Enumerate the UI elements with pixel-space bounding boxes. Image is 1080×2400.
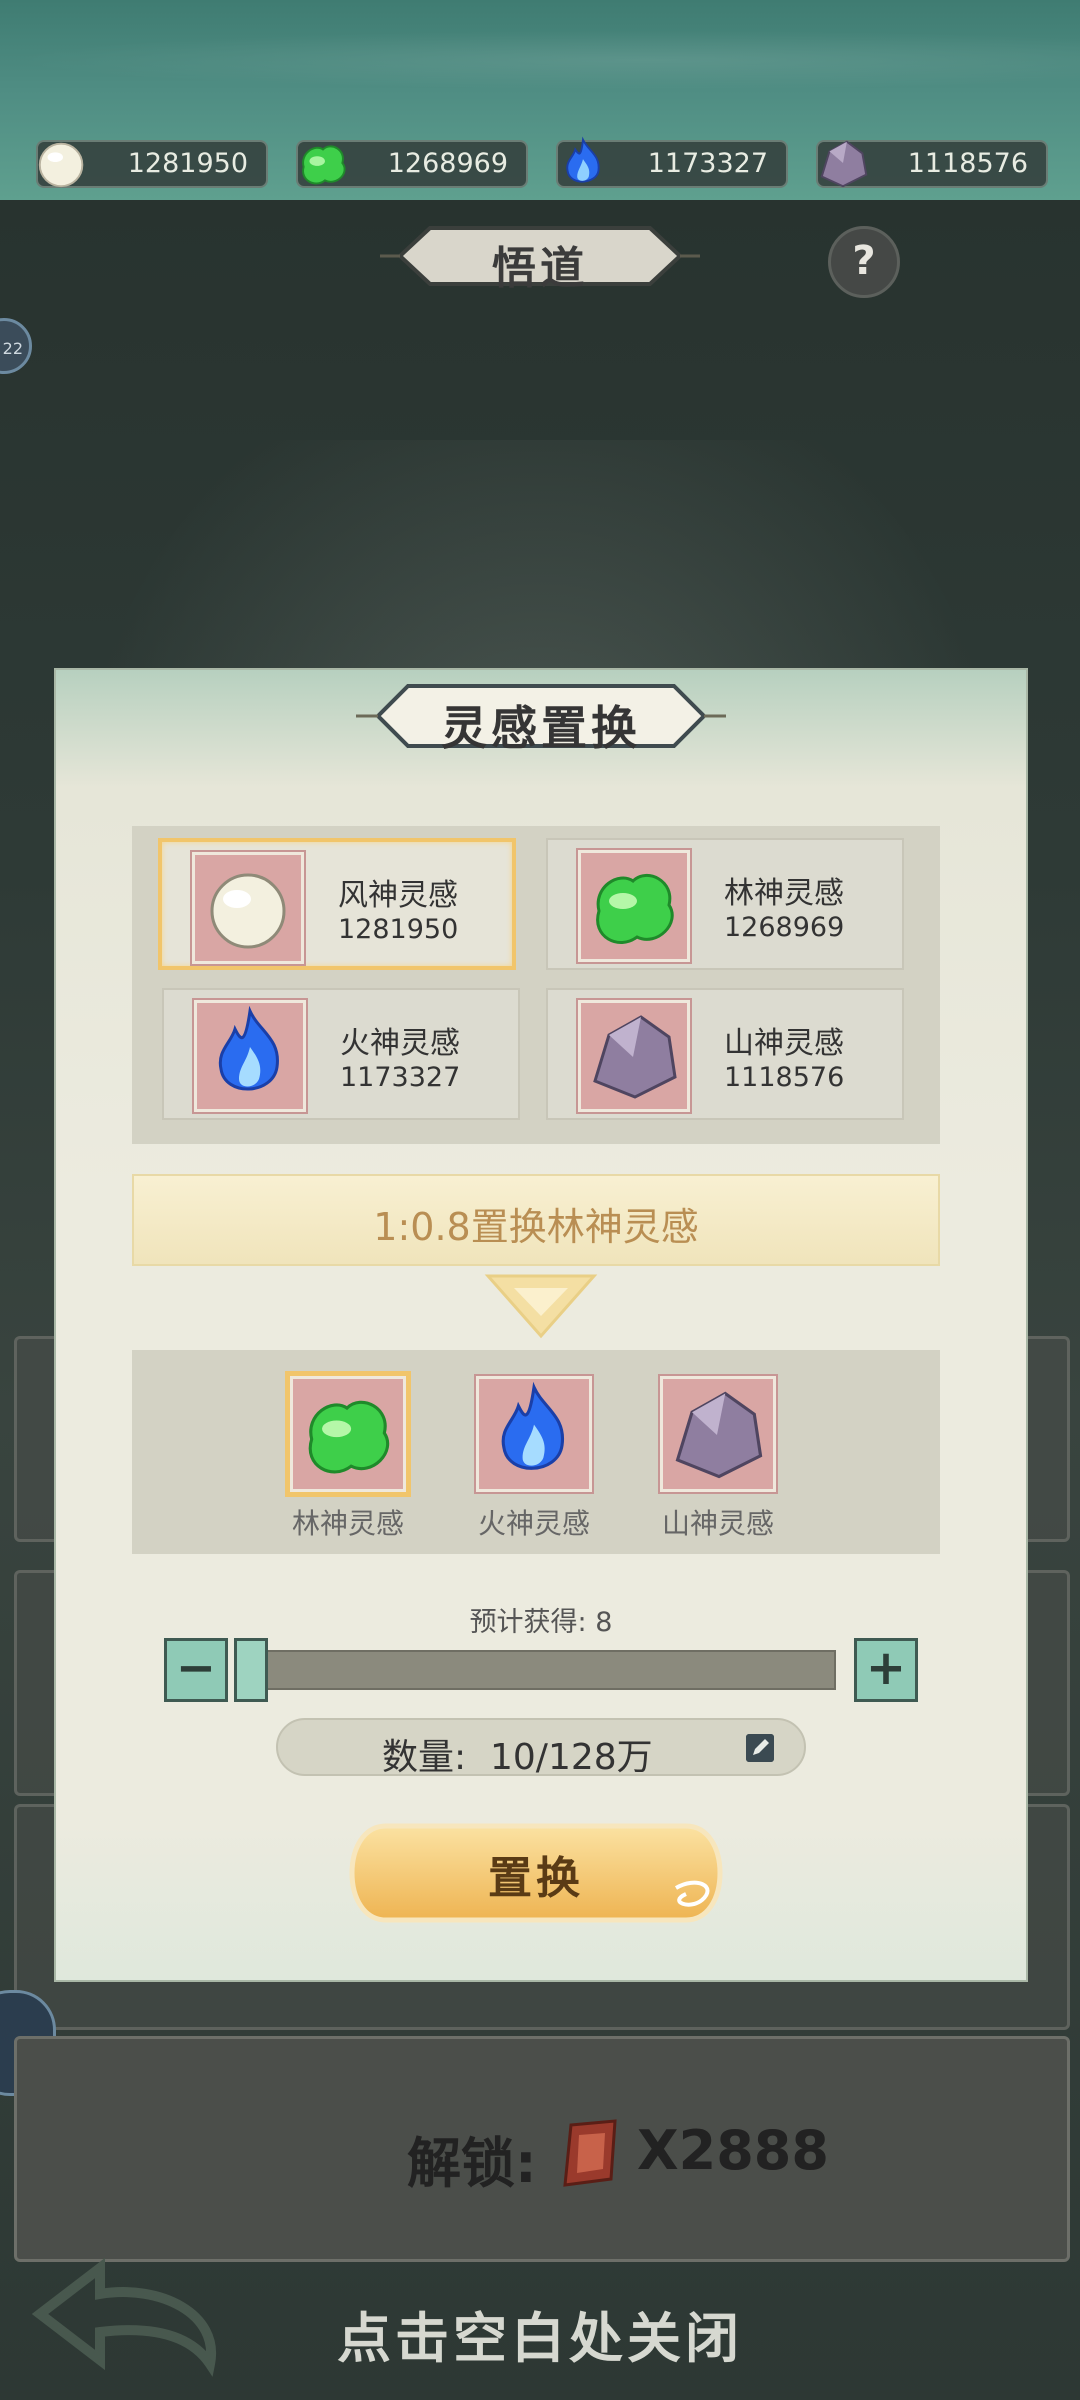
source-name: 火神灵感 (340, 1026, 460, 1061)
unlock-row[interactable]: 解锁: X2888 (14, 2036, 1070, 2262)
green-jade-icon (302, 145, 346, 185)
resource-value: 1173327 (647, 148, 768, 179)
unlock-cost: X2888 (637, 2119, 829, 2182)
purple-rock-icon (820, 140, 868, 188)
green-jade-icon (308, 1400, 390, 1474)
target-item-fire[interactable] (476, 1376, 592, 1492)
exchange-button-label: 置换 (488, 1853, 584, 1904)
resource-mountain: 1118576 (816, 140, 1048, 188)
white-pearl-icon (38, 142, 84, 188)
unlock-label: 解锁: (407, 2132, 537, 2195)
source-count: 1118576 (724, 1062, 845, 1093)
item-frame (578, 1000, 690, 1112)
source-count: 1268969 (724, 912, 845, 943)
resource-forest: 1268969 (296, 140, 528, 188)
source-card-wind[interactable]: 风神灵感 1281950 (158, 838, 516, 970)
source-count: 1281950 (338, 914, 459, 945)
target-panel: 林神灵感 火神灵感 山神灵感 (132, 1350, 940, 1554)
page-title-text: 悟道 (492, 243, 588, 294)
close-hint[interactable]: 点击空白处关闭 (0, 2294, 1080, 2373)
target-label: 林神灵感 (291, 1507, 404, 1540)
modal-title: 灵感置换 (356, 680, 726, 755)
quantity-slider-thumb[interactable] (234, 1638, 268, 1702)
source-card-forest[interactable]: 林神灵感 1268969 (546, 838, 904, 970)
white-pearl-icon (210, 873, 286, 949)
page-title: 悟道 (380, 222, 700, 294)
exchange-modal: 灵感置换 风神灵感 1281950 林神灵感 1268969 火神灵感 1173… (54, 668, 1028, 1982)
edit-icon[interactable] (746, 1734, 774, 1762)
source-card-mountain[interactable]: 山神灵感 1118576 (546, 988, 904, 1120)
exchange-button[interactable]: 置换 (346, 1818, 726, 1928)
target-label: 山神灵感 (661, 1507, 774, 1540)
source-panel: 风神灵感 1281950 林神灵感 1268969 火神灵感 1173327 山… (132, 826, 940, 1144)
item-frame (192, 852, 304, 964)
decrease-button[interactable]: − (164, 1638, 228, 1702)
purple-rock-icon (593, 1015, 677, 1099)
source-card-fire[interactable]: 火神灵感 1173327 (162, 988, 520, 1120)
red-token-icon (563, 2119, 617, 2187)
quantity-slider-track[interactable] (234, 1650, 836, 1690)
target-item-mountain[interactable] (660, 1376, 776, 1492)
modal-title-text: 灵感置换 (441, 701, 641, 755)
purple-rock-icon (675, 1391, 763, 1479)
help-button[interactable]: ? (828, 226, 900, 298)
source-name: 林神灵感 (724, 876, 844, 911)
target-label: 火神灵感 (477, 1507, 590, 1540)
source-name: 风神灵感 (338, 878, 458, 913)
item-frame (194, 1000, 306, 1112)
green-jade-icon (596, 874, 674, 944)
blue-flame-icon (218, 1005, 279, 1091)
exchange-rate-text: 1:0.8置换林神灵感 (373, 1205, 699, 1249)
item-frame (578, 850, 690, 962)
resource-wind: 1281950 (36, 140, 268, 188)
quantity-field[interactable]: 数量: 10/128万 (276, 1718, 806, 1778)
increase-button[interactable]: + (854, 1638, 918, 1702)
expected-gain: 预计获得: 8 (469, 1607, 613, 1638)
source-name: 山神灵感 (724, 1026, 844, 1061)
resource-fire: 1173327 (556, 136, 788, 188)
chevron-down-icon (484, 1274, 598, 1339)
source-count: 1173327 (340, 1062, 461, 1093)
resource-value: 1268969 (387, 148, 508, 179)
target-item-forest[interactable] (290, 1376, 406, 1492)
resource-value: 1118576 (907, 148, 1028, 179)
blue-flame-icon (566, 136, 600, 183)
blue-flame-icon (501, 1381, 565, 1470)
quantity-value: 10/128万 (490, 1737, 653, 1778)
exchange-rate-banner: 1:0.8置换林神灵感 (132, 1174, 940, 1266)
quantity-label: 数量: (382, 1737, 467, 1778)
resource-value: 1281950 (127, 148, 248, 179)
